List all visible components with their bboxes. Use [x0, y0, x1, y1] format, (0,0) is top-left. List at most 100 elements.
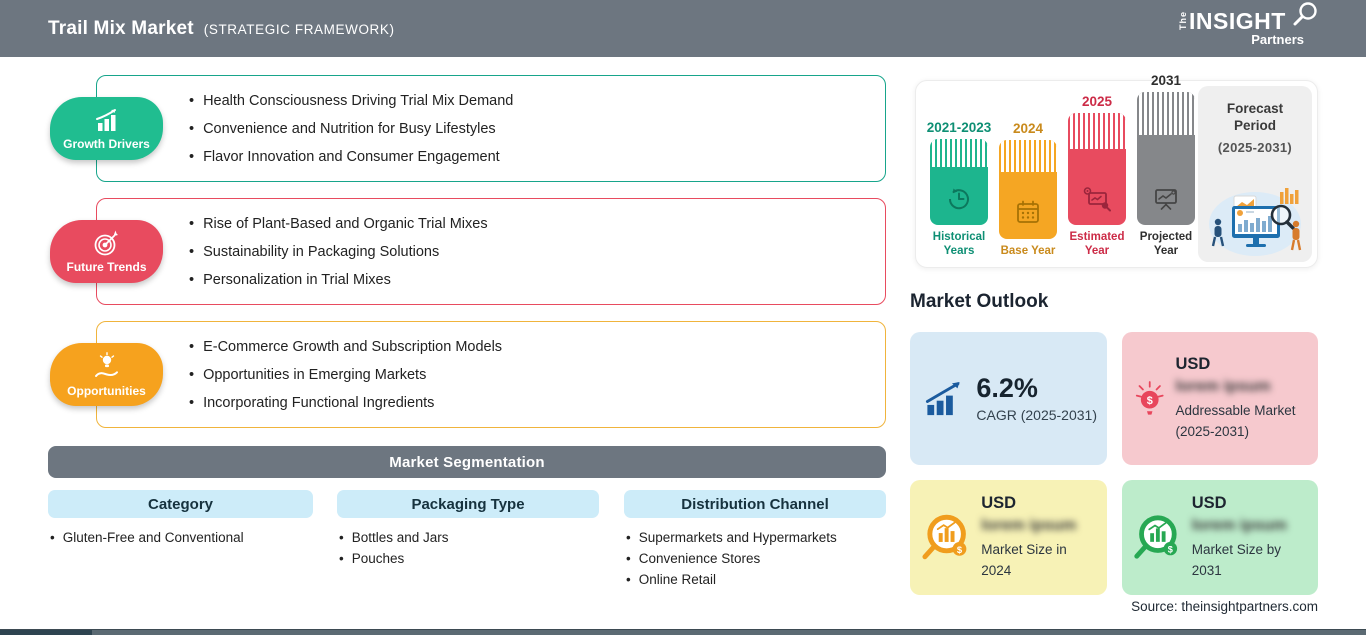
opportunities-label: Opportunities [67, 383, 146, 398]
market-segmentation-title: Market Segmentation [389, 453, 545, 471]
list-item: Gluten-Free and Conventional [50, 527, 313, 548]
svg-text:$: $ [957, 544, 963, 554]
bar-rect [999, 140, 1057, 240]
list-item: Sustainability in Packaging Solutions [189, 238, 885, 266]
projection-screen-icon [1155, 189, 1177, 211]
segment-items-distribution: Supermarkets and Hypermarkets Convenienc… [624, 527, 886, 590]
card-label: Addressable Market (2025-2031) [1175, 403, 1296, 439]
bar-caption: Base Year [1000, 245, 1056, 258]
list-item: E-Commerce Growth and Subscription Model… [189, 333, 885, 361]
bar-stripes [1137, 92, 1195, 135]
list-item: Health Consciousness Driving Trial Mix D… [189, 87, 885, 115]
insight-partners-logo: The INSIGHT Partners [1178, 2, 1317, 50]
opportunities-pill: Opportunities [50, 343, 163, 406]
bottom-accent-segment [0, 630, 92, 635]
bar-rect [1068, 113, 1126, 226]
currency-label: USD [1175, 355, 1211, 374]
logo-insight-text: INSIGHT [1189, 8, 1286, 34]
bottom-accent-bar [0, 629, 1366, 635]
bulb-dollar-icon: $ [1135, 380, 1164, 415]
bar-rect [930, 139, 988, 226]
bar-stripes [1068, 113, 1126, 150]
future-trends-list: Rise of Plant-Based and Organic Trial Mi… [97, 199, 885, 294]
addressable-market-card: $ USD lorem ipsum Addressable Market (20… [1122, 332, 1318, 465]
list-item: Pouches [339, 548, 599, 569]
bar-year-label: 2024 [1012, 121, 1044, 137]
forecast-range: (2025-2031) [1217, 139, 1293, 155]
masked-value: lorem ipsum [1175, 378, 1271, 396]
size-2031-text: USD lorem ipsum Market Size by 2031 [1192, 494, 1310, 581]
source-attribution: Source: theinsightpartners.com [1131, 599, 1318, 614]
bar-historical-years: 2021-2023 Historical Years [927, 120, 992, 259]
forecast-line1: Forecast [1226, 101, 1284, 116]
bar-estimated-year: 2025 Estimated Year [1068, 94, 1126, 259]
segment-column-distribution: Distribution Channel Supermarkets and Hy… [624, 490, 886, 590]
bar-base-year: 2024 Base Year [999, 121, 1057, 259]
market-size-2024-card: $ USD lorem ipsum Market Size in 2024 [910, 480, 1107, 595]
magnifier-chart-green-icon: $ [1134, 514, 1178, 559]
cagr-label: CAGR (2025-2031) [976, 406, 1097, 423]
calendar-icon [1017, 200, 1039, 224]
bar-stripes [930, 139, 988, 167]
svg-text:$: $ [1147, 394, 1153, 406]
segment-items-category: Gluten-Free and Conventional [48, 527, 313, 548]
list-item: Incorporating Functional Ingredients [189, 389, 885, 417]
card-label: Market Size by 2031 [1191, 542, 1282, 578]
future-trends-label: Future Trends [66, 259, 147, 274]
history-clock-icon [948, 188, 969, 210]
logo-partners-text: Partners [1251, 32, 1304, 47]
future-trends-pill: Future Trends [50, 220, 163, 283]
cagr-card: 6.2% CAGR (2025-2031) [910, 332, 1107, 465]
card-label: Market Size in 2024 [981, 542, 1067, 578]
segment-items-packaging: Bottles and Jars Pouches [337, 527, 599, 569]
page-title: Trail Mix Market [48, 17, 194, 39]
masked-value: lorem ipsum [1191, 517, 1287, 535]
currency-label: USD [1191, 494, 1227, 513]
growth-chart-icon [95, 108, 116, 131]
infographic-canvas: Trail Mix Market (STRATEGIC FRAMEWORK) T… [0, 0, 1366, 635]
segment-column-category: Category Gluten-Free and Conventional [48, 490, 313, 548]
growth-drivers-list: Health Consciousness Driving Trial Mix D… [97, 76, 885, 171]
timeline-chart-panel: 2021-2023 Historical Years 2024 Base Yea… [915, 73, 1318, 268]
list-item: Convenience Stores [626, 548, 886, 569]
list-item: Online Retail [626, 569, 886, 590]
header-bar: Trail Mix Market (STRATEGIC FRAMEWORK) T… [0, 0, 1366, 57]
segment-header-packaging: Packaging Type [337, 490, 599, 518]
bar-year-label: 2025 [1081, 94, 1113, 110]
size-2024-text: USD lorem ipsum Market Size in 2024 [981, 494, 1099, 581]
analytics-illustration [1209, 188, 1302, 256]
list-item: Personalization in Trial Mixes [189, 266, 885, 294]
cagr-text: 6.2% CAGR (2025-2031) [976, 373, 1097, 423]
forecast-period-panel: Forecast Period (2025-2031) [1198, 86, 1312, 262]
list-item: Bottles and Jars [339, 527, 599, 548]
list-item: Flavor Innovation and Consumer Engagemen… [189, 143, 885, 171]
opportunities-list: E-Commerce Growth and Subscription Model… [97, 322, 885, 417]
page-subtitle: (STRATEGIC FRAMEWORK) [203, 21, 395, 37]
segment-header-distribution: Distribution Channel [624, 490, 886, 518]
masked-value: lorem ipsum [981, 517, 1077, 535]
growth-drivers-label: Growth Drivers [63, 136, 150, 151]
magnifier-chart-orange-icon: $ [922, 514, 967, 559]
estimate-analysis-icon [1083, 187, 1111, 212]
header-title-wrap: Trail Mix Market (STRATEGIC FRAMEWORK) [48, 18, 395, 40]
future-trends-box: Rise of Plant-Based and Organic Trial Mi… [96, 198, 886, 305]
market-size-2031-card: $ USD lorem ipsum Market Size by 2031 [1122, 480, 1318, 595]
bar-stripes [999, 140, 1057, 172]
svg-text:$: $ [1168, 544, 1173, 554]
bar-projected-year: 2031 Projected Year [1137, 73, 1195, 259]
bar-year-label: 2031 [1150, 73, 1182, 89]
opportunities-box: E-Commerce Growth and Subscription Model… [96, 321, 886, 428]
logo-the-text: The [1178, 11, 1188, 31]
bar-rect [1137, 92, 1195, 226]
market-segmentation-header: Market Segmentation [48, 446, 886, 478]
growth-drivers-pill: Growth Drivers [50, 97, 163, 160]
segment-column-packaging: Packaging Type Bottles and Jars Pouches [337, 490, 599, 569]
list-item: Opportunities in Emerging Markets [189, 361, 885, 389]
bulb-hand-icon [94, 351, 118, 377]
bar-caption: Estimated Year [1069, 231, 1125, 258]
currency-label: USD [981, 494, 1017, 513]
addressable-text: USD lorem ipsum Addressable Market (2025… [1175, 355, 1310, 442]
bar-caption: Projected Year [1139, 231, 1193, 258]
bar-caption: Historical Years [932, 231, 986, 258]
market-outlook-title: Market Outlook [910, 291, 1049, 312]
